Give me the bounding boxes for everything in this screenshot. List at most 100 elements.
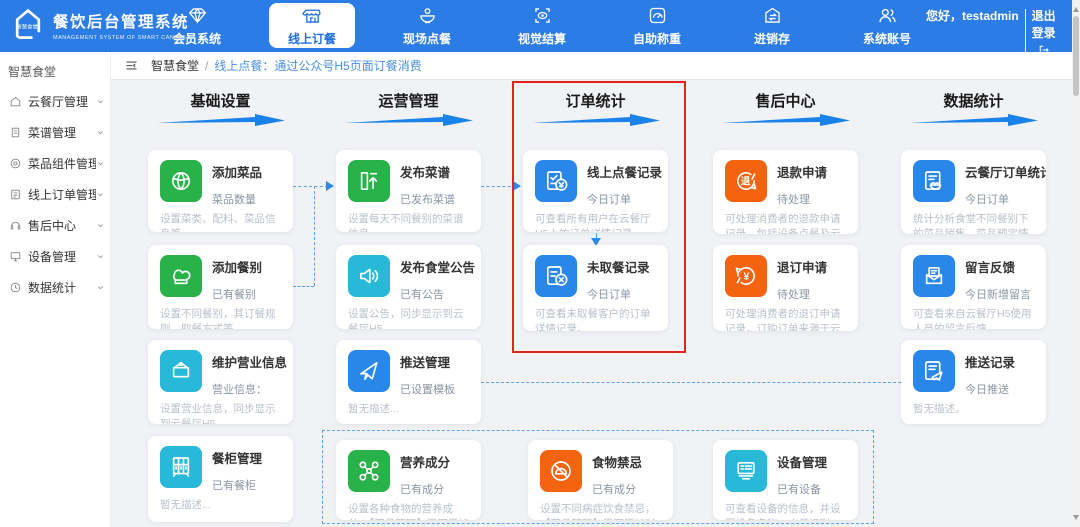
nav-self-weighing[interactable]: 自助称重 — [614, 0, 700, 52]
clock-stats-icon — [10, 282, 21, 293]
sidebar-item-statistics[interactable]: 数据统计 — [0, 272, 110, 303]
scrollbar-thumb[interactable] — [1073, 16, 1079, 96]
order-cancel-icon — [535, 255, 577, 297]
nav-inventory[interactable]: 进销存 — [729, 0, 815, 52]
column-header-basic-settings: 基础设置 — [190, 93, 251, 110]
top-header: 智慧食堂 餐饮后台管理系统 MANAGEMENT SYSTEM OF SMART… — [0, 0, 1072, 58]
card-message-feedback[interactable]: 留言反馈 今日新增留言 可查看来自云餐厅H5使用人员的留言反馈。 — [901, 245, 1046, 329]
sidebar-item-online-orders[interactable]: 线上订单管理 — [0, 179, 110, 210]
card-online-order-record[interactable]: 线上点餐记录今日订单 可查看所有用户在云餐厅H5上的订单详情记录。 — [523, 150, 668, 232]
header-underline-arrow — [722, 114, 850, 126]
svg-text:¥: ¥ — [743, 271, 749, 283]
order-list-icon — [11, 189, 20, 200]
divider — [1024, 9, 1026, 58]
order-stats-bowl-icon — [913, 160, 955, 202]
chevron-down-icon — [97, 162, 104, 166]
headset-icon — [10, 221, 21, 230]
sidebar-item-aftersale[interactable]: 售后中心 — [0, 210, 110, 241]
breadcrumb-current: 线上点餐：通过公众号H5页面订餐消费 — [214, 59, 422, 73]
nav-label: 进销存 — [753, 32, 790, 46]
menu-book-icon — [348, 160, 390, 202]
sidebar: 智慧食堂 云餐厅管理 菜谱管理 菜品组件管理 线上订单管理 售后中心 设备管理 … — [0, 52, 111, 527]
chevron-down-icon — [97, 224, 104, 228]
column-header-operations: 运营管理 — [378, 93, 439, 110]
chevron-down-icon — [97, 255, 104, 259]
chevron-down-icon — [97, 100, 104, 104]
breadcrumb-root: 智慧食堂 — [151, 59, 200, 73]
chef-hat-icon — [160, 255, 202, 297]
header-underline-arrow — [532, 114, 660, 126]
flow-connector — [293, 186, 328, 187]
sidebar-item-device-manage[interactable]: 设备管理 — [0, 241, 110, 272]
users-icon — [878, 8, 896, 23]
card-business-info[interactable]: 维护营业信息 营业信息： 设置营业信息，同步显示到云餐厅H5。 — [148, 340, 293, 424]
scale-gauge-icon — [649, 7, 665, 24]
scrollbar[interactable] — [1072, 0, 1080, 527]
top-nav: 会员系统 线上订餐 现场点餐 视觉结算 自助称重 进销存 系统账号 — [154, 0, 930, 52]
nav-vision-checkout[interactable]: 视觉结算 — [499, 0, 585, 52]
menu-fold-icon[interactable] — [124, 58, 139, 73]
vision-scan-icon — [534, 8, 550, 23]
card-refund-request[interactable]: 退 退款申请待处理 可处理消费者的退款申请记录，包括设备点餐及云餐厅H5上的订单… — [713, 150, 858, 234]
card-nutrition[interactable]: 营养成分已有成分 设置各种食物的营养成分，【菜品管理】里可添加对应的食物及分..… — [336, 440, 481, 520]
logout-icon — [1039, 45, 1049, 55]
sidebar-title: 智慧食堂 — [8, 65, 57, 79]
header-underline-arrow — [910, 114, 1038, 126]
card-push-record[interactable]: 推送记录 今日推送 暂无描述。 — [901, 340, 1046, 424]
card-push-manage[interactable]: 推送管理 已设置模板 暂无描述... — [336, 340, 481, 424]
card-food-taboo[interactable]: 食物禁忌已有成分 设置不同病症饮食禁忌，【菜品管理】里可添加对应的。 — [528, 440, 673, 520]
refund-icon: 退 — [725, 160, 767, 202]
user-area: 您好，testadmin 退出登录 — [926, 8, 1056, 59]
card-cloud-order-stats[interactable]: 云餐厅订单统计今日订单 统计分析食堂不同餐别下的菜品销售、菜品预定情况。 — [901, 150, 1046, 234]
sidebar-item-dish-components[interactable]: 菜品组件管理 — [0, 148, 110, 179]
nav-label: 线上订餐 — [287, 31, 336, 46]
card-add-meal-type[interactable]: 添加餐别 已有餐别 设置不同餐别，其订餐规则、取餐方式等。 — [148, 245, 293, 329]
card-unclaimed-meal-record[interactable]: 未取餐记录 今日订单 可查看未取餐客户的订单详情记录。 — [523, 245, 668, 331]
sidebar-item-cloud-restaurant[interactable]: 云餐厅管理 — [0, 86, 110, 117]
document-icon — [11, 127, 20, 138]
mail-feedback-icon — [913, 255, 955, 297]
breadcrumb-separator: / — [205, 58, 209, 73]
scroll-up-arrow[interactable] — [1073, 4, 1079, 12]
paper-plane-icon — [348, 350, 390, 392]
nav-system-account[interactable]: 系统账号 — [844, 0, 930, 52]
house-icon — [10, 96, 21, 107]
order-check-yen-icon — [535, 160, 577, 202]
logout-button[interactable]: 退出登录 — [1031, 8, 1056, 59]
column-header-aftersale: 售后中心 — [755, 93, 816, 110]
column-header-order-stats: 订单统计 — [565, 93, 626, 110]
warehouse-transfer-icon — [764, 7, 780, 23]
nav-member-system[interactable]: 会员系统 — [154, 0, 240, 52]
chevron-down-icon — [97, 131, 104, 135]
nav-label: 视觉结算 — [517, 32, 566, 46]
flow-connector — [293, 286, 314, 287]
monitor-icon — [10, 252, 21, 262]
nav-label: 系统账号 — [862, 32, 911, 46]
card-canteen-announcement[interactable]: 发布食堂公告 已有公告 设置公告，同步显示到云餐厅H5。 — [336, 245, 481, 329]
card-add-dish[interactable]: 添加菜品菜品数量 设置菜类、配料、菜品信息等。 — [148, 150, 293, 232]
column-header-data-stats: 数据统计 — [943, 93, 1004, 110]
card-device-manage[interactable]: 设备管理已有设备 可查看设备的信息，并设置设备名称，方便识别。 — [713, 440, 858, 520]
card-cabinet-manage[interactable]: 餐柜管理 已有餐柜 暂无描述... — [148, 436, 293, 522]
app-window: 智慧食堂 餐饮后台管理系统 MANAGEMENT SYSTEM OF SMART… — [0, 0, 1080, 527]
chevron-down-icon — [97, 286, 104, 290]
dish-icon — [160, 160, 202, 202]
no-food-icon — [540, 450, 582, 492]
nav-label: 自助称重 — [632, 32, 681, 46]
dining-plate-icon — [419, 8, 435, 24]
molecule-icon — [348, 450, 390, 492]
svg-text:退: 退 — [741, 176, 751, 187]
user-greeting: 您好，testadmin — [926, 9, 1019, 23]
nav-online-ordering[interactable]: 线上订餐 — [269, 3, 355, 48]
nav-label: 现场点餐 — [402, 32, 451, 46]
nav-onsite-ordering[interactable]: 现场点餐 — [384, 0, 470, 52]
nav-label: 会员系统 — [172, 32, 221, 46]
flow-connector — [481, 382, 901, 383]
storefront-icon — [301, 9, 321, 23]
sidebar-item-menu-manage[interactable]: 菜谱管理 — [0, 117, 110, 148]
card-unsubscribe-request[interactable]: ¥ 退订申请待处理 可处理消费者的退订申请记录，订购订单来源于云餐厅H5上的订单… — [713, 245, 858, 331]
card-publish-menu[interactable]: 发布菜谱已发布菜谱 设置每天不同餐别的菜谱信息。 — [336, 150, 481, 232]
component-icon — [10, 158, 21, 169]
flow-connector — [314, 186, 315, 286]
scroll-down-arrow[interactable] — [1073, 515, 1079, 523]
